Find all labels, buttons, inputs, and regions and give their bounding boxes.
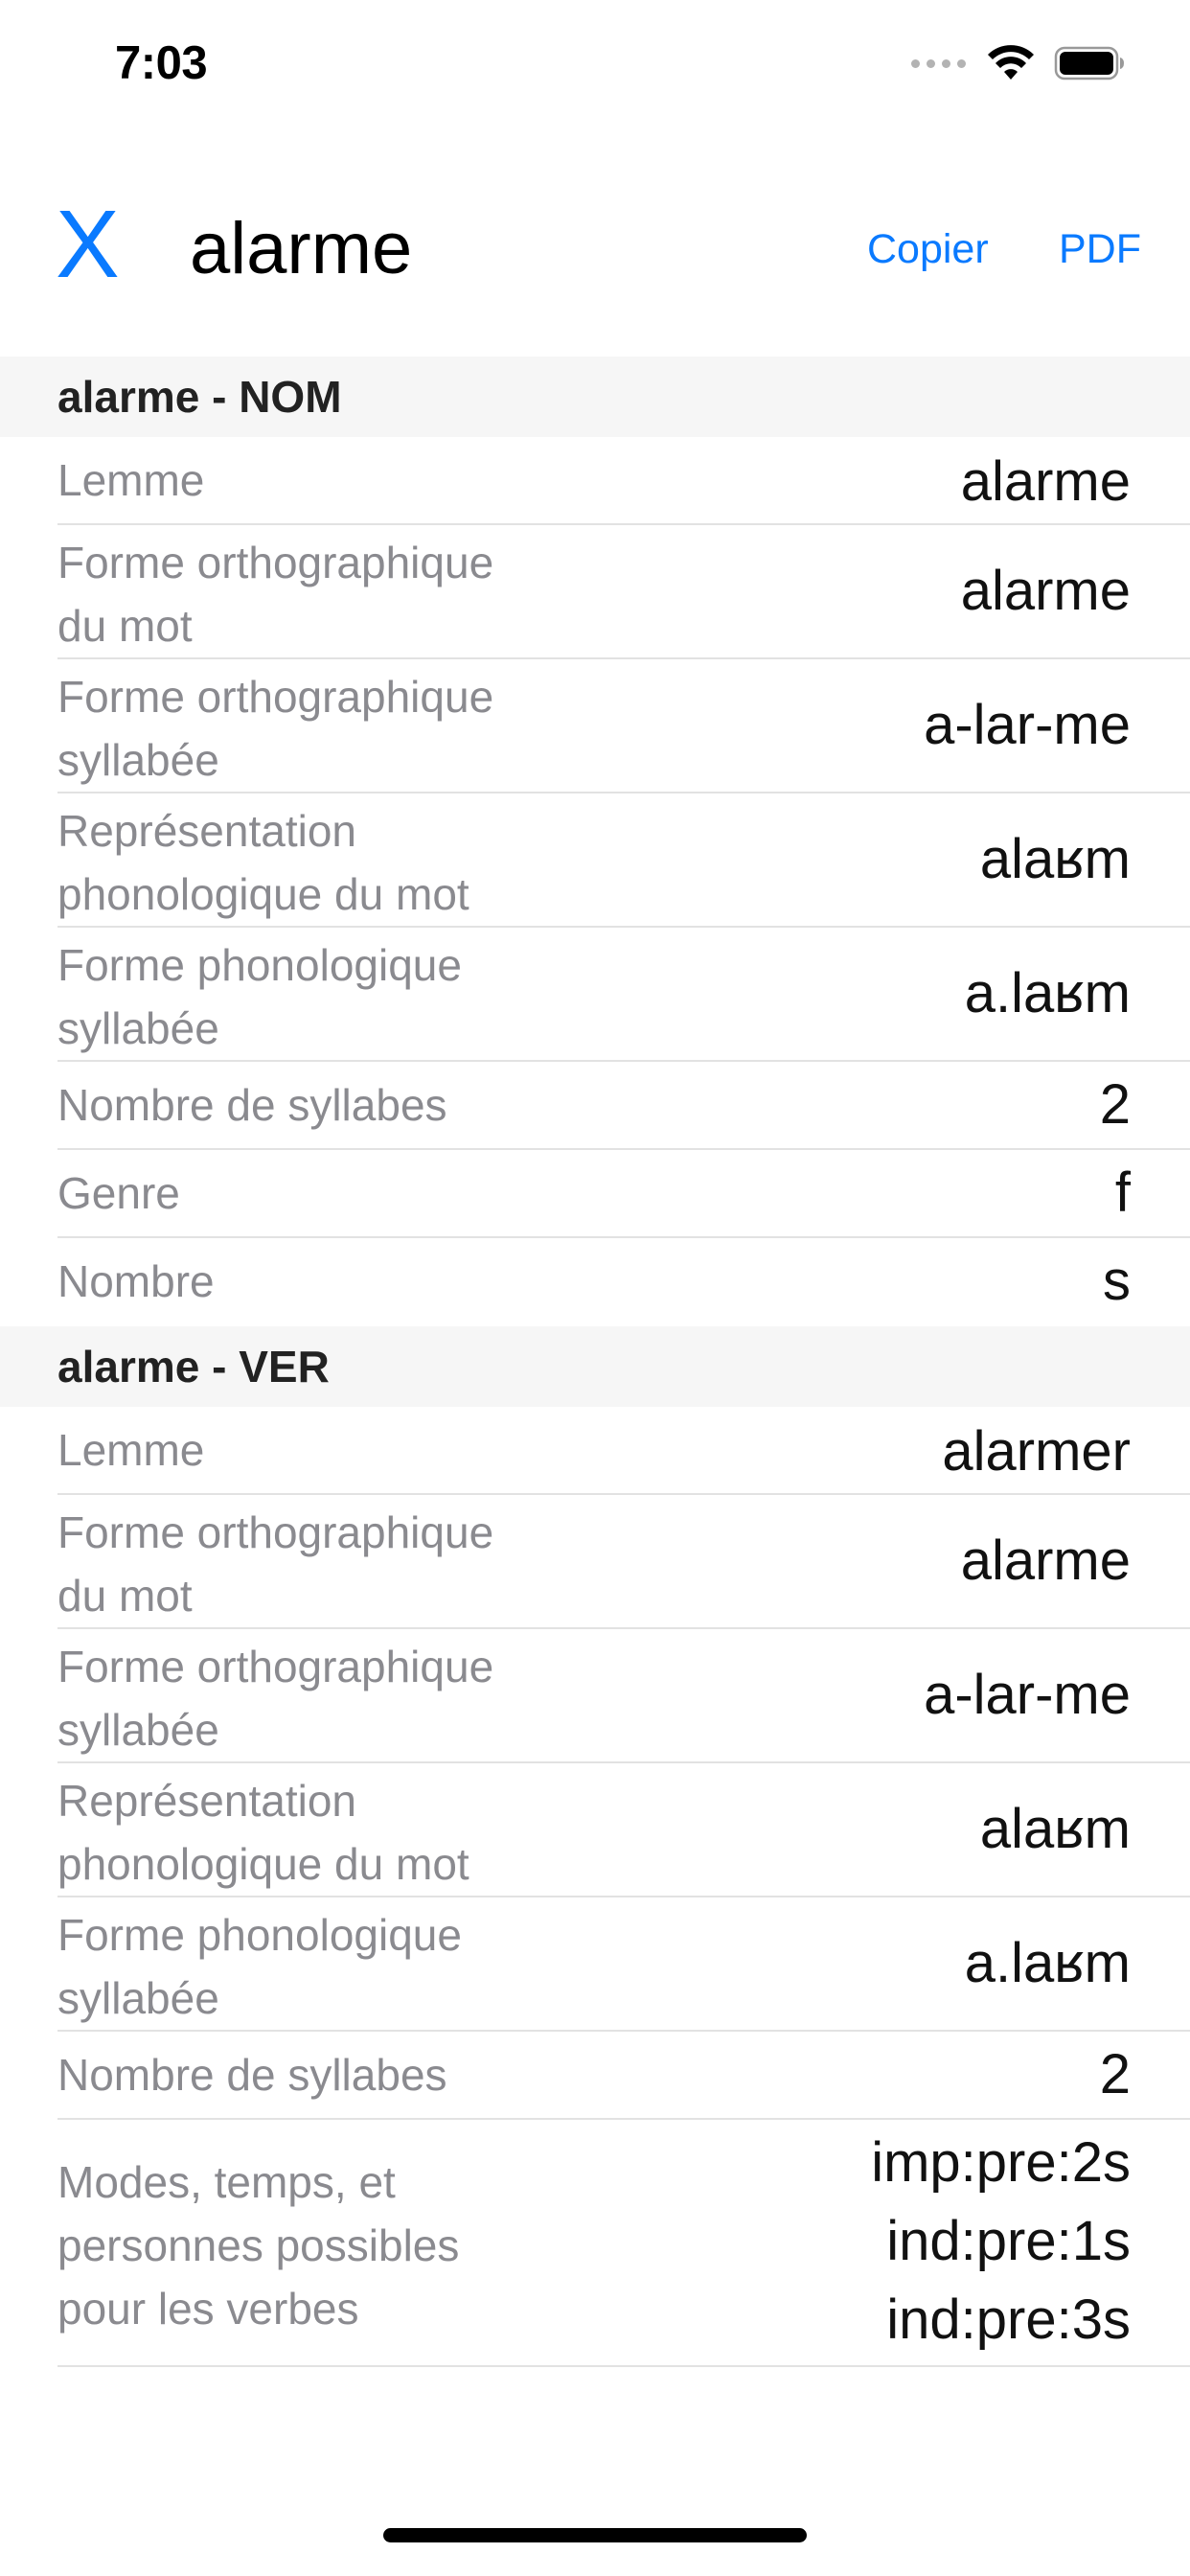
section-title: alarme - NOM bbox=[57, 372, 342, 422]
row-label: Représentation phonologique du mot bbox=[57, 1776, 469, 1889]
row-value: alaʁm bbox=[979, 1798, 1131, 1860]
copy-button[interactable]: Copier bbox=[867, 216, 989, 283]
table-row: Représentation phonologique du mot alaʁm bbox=[57, 1763, 1190, 1898]
table-row: Forme orthographique du mot alarme bbox=[57, 1495, 1190, 1629]
page-title: alarme bbox=[190, 208, 413, 289]
row-value: alarme bbox=[960, 450, 1131, 513]
home-indicator[interactable] bbox=[383, 2528, 807, 2542]
row-value: a.laʁm bbox=[964, 962, 1131, 1024]
row-label: Lemme bbox=[57, 455, 205, 505]
table-row: Forme phonologique syllabée a.laʁm bbox=[57, 1898, 1190, 2032]
row-value: imp:pre:2s ind:pre:1s ind:pre:3s bbox=[871, 2131, 1131, 2351]
row-label: Forme orthographique syllabée bbox=[57, 1642, 494, 1755]
row-value: 2 bbox=[1099, 2043, 1131, 2105]
row-value: alarme bbox=[960, 1530, 1131, 1592]
row-label: Nombre de syllabes bbox=[57, 1080, 447, 1130]
table-row: Genre f bbox=[57, 1150, 1190, 1238]
row-value: 2 bbox=[1099, 1073, 1131, 1136]
table-row: Forme orthographique syllabée a-lar-me bbox=[57, 659, 1190, 794]
row-label: Modes, temps, et personnes possibles pou… bbox=[57, 2157, 460, 2334]
row-label: Forme orthographique du mot bbox=[57, 1507, 494, 1621]
row-label: Forme orthographique syllabée bbox=[57, 672, 494, 785]
row-label: Représentation phonologique du mot bbox=[57, 806, 469, 919]
wifi-icon bbox=[988, 45, 1034, 80]
table-row: Lemme alarme bbox=[57, 437, 1190, 525]
status-bar: 7:03 bbox=[0, 0, 1190, 134]
table-row: Lemme alarmer bbox=[57, 1407, 1190, 1495]
table-row: Nombre de syllabes 2 bbox=[57, 1062, 1190, 1150]
row-value: a.laʁm bbox=[964, 1932, 1131, 1994]
table-row: Nombre de syllabes 2 bbox=[57, 2032, 1190, 2120]
status-indicators bbox=[911, 44, 1125, 82]
table-row: Forme orthographique syllabée a-lar-me bbox=[57, 1629, 1190, 1763]
row-label: Nombre de syllabes bbox=[57, 2050, 447, 2100]
section-title: alarme - VER bbox=[57, 1342, 330, 1392]
table-row: Forme orthographique du mot alarme bbox=[57, 525, 1190, 659]
table-row: Modes, temps, et personnes possibles pou… bbox=[57, 2120, 1190, 2367]
pdf-button[interactable]: PDF bbox=[1059, 216, 1141, 283]
section-header-ver: alarme - VER bbox=[0, 1326, 1190, 1407]
row-label: Nombre bbox=[57, 1256, 215, 1306]
section-header-nom: alarme - NOM bbox=[0, 356, 1190, 437]
row-label: Forme phonologique syllabée bbox=[57, 940, 462, 1053]
row-label: Lemme bbox=[57, 1425, 205, 1475]
row-value: alarme bbox=[960, 560, 1131, 622]
row-value: f bbox=[1114, 1162, 1131, 1224]
row-label: Forme orthographique du mot bbox=[57, 538, 494, 651]
row-value: a-lar-me bbox=[924, 1664, 1131, 1726]
row-label: Forme phonologique syllabée bbox=[57, 1910, 462, 2023]
cellular-signal-icon bbox=[911, 58, 966, 68]
row-value: alaʁm bbox=[979, 828, 1131, 890]
table-row: Représentation phonologique du mot alaʁm bbox=[57, 794, 1190, 928]
row-label: Genre bbox=[57, 1168, 180, 1218]
row-value: s bbox=[1103, 1250, 1131, 1312]
row-value: alarmer bbox=[942, 1420, 1131, 1483]
navigation-header: X alarme Copier PDF bbox=[0, 177, 1190, 311]
table-row: Forme phonologique syllabée a.laʁm bbox=[57, 928, 1190, 1062]
close-button[interactable]: X bbox=[56, 196, 120, 292]
battery-icon bbox=[1054, 46, 1124, 80]
status-time: 7:03 bbox=[115, 37, 208, 89]
row-value: a-lar-me bbox=[924, 694, 1131, 756]
table-row: Nombre s bbox=[57, 1238, 1190, 1326]
